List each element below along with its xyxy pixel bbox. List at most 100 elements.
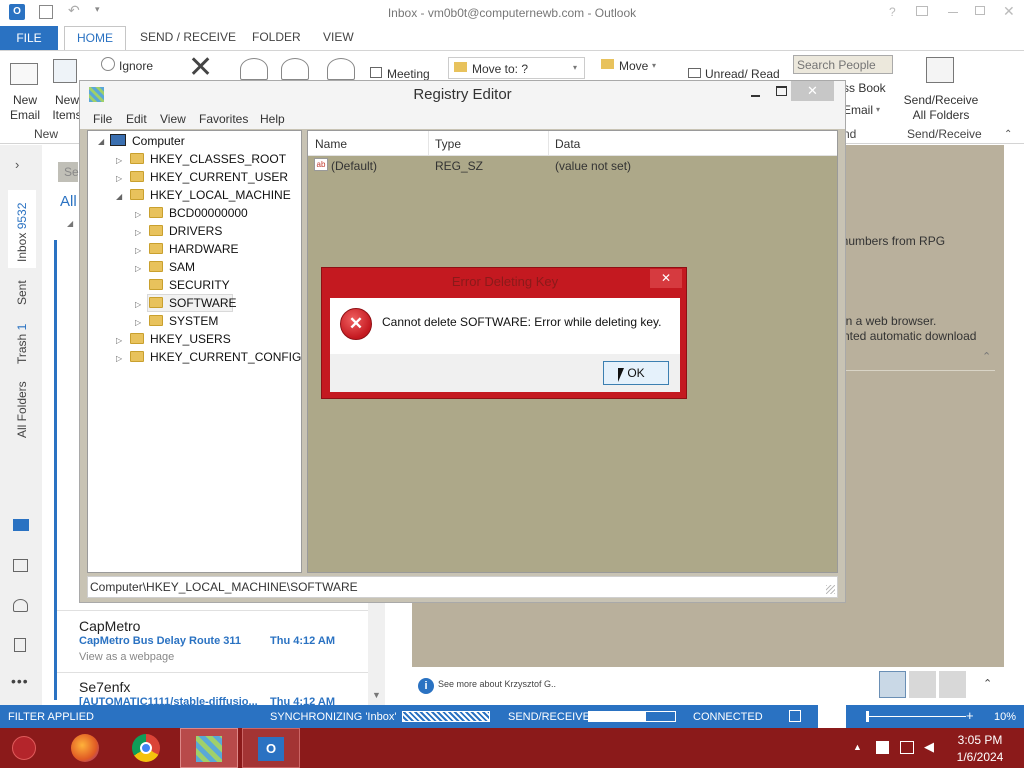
column-type[interactable]: Type [435,137,461,151]
reading-view-icon[interactable] [818,705,846,728]
nav-all-folders[interactable]: All Folders [15,381,29,438]
tree-node-hkey-local-machine[interactable]: HKEY_LOCAL_MACHINE [150,188,291,202]
chrome-icon[interactable] [132,734,160,762]
close-icon[interactable]: ✕ [1003,3,1015,20]
column-data[interactable]: Data [555,137,580,151]
menu-favorites[interactable]: Favorites [199,112,248,126]
registry-title-bar[interactable]: Registry Editor ✕ [80,81,845,109]
zoom-slider[interactable] [866,711,966,722]
person-icon[interactable] [879,671,906,698]
tab-home[interactable]: HOME [64,26,126,51]
tree-node-drivers[interactable]: DRIVERS [169,224,222,238]
list-item[interactable]: Se7enfx [AUTOMATIC1111/stable-diffusio..… [57,672,377,705]
clock-time[interactable]: 3:05 PM [952,733,1008,747]
reply-icon[interactable] [240,58,268,80]
tab-file[interactable]: FILE [0,26,58,50]
menu-edit[interactable]: Edit [126,112,147,126]
menu-file[interactable]: File [93,112,112,126]
taskbar-outlook[interactable]: O [242,728,300,768]
move-button[interactable]: Move [619,59,648,73]
collapse-ribbon-icon[interactable]: ⌃ [1004,129,1012,140]
tree-node-software[interactable]: SOFTWARE [169,296,237,310]
meeting-button[interactable]: Meeting [387,67,430,81]
people-pane-text[interactable]: See more about Krzysztof G.. [438,679,556,689]
tree-node-hkey-current-user[interactable]: HKEY_CURRENT_USER [150,170,288,184]
chevron-up-icon[interactable]: ⌃ [983,677,992,690]
send-receive-all-button[interactable]: Send/Receive All Folders [900,93,982,123]
expand-arrow-icon[interactable]: ▷ [135,318,141,327]
tree-node-hkey-current-config[interactable]: HKEY_CURRENT_CONFIG [150,350,301,364]
filter-email-button[interactable]: Email [843,103,873,117]
show-hidden-icons-icon[interactable]: ▲ [853,742,862,752]
close-button[interactable]: ✕ [791,81,834,101]
collapse-arrow-icon[interactable]: ◢ [98,137,104,146]
tree-node-security[interactable]: SECURITY [169,278,230,292]
nav-trash[interactable]: Trash 1 [15,324,29,364]
people-icon[interactable] [13,599,28,612]
ribbon-display-icon[interactable] [916,6,928,16]
expand-arrow-icon[interactable]: ▷ [135,264,141,273]
ignore-button[interactable]: Ignore [119,59,153,73]
expand-arrow-icon[interactable]: ▷ [135,300,141,309]
ok-button[interactable]: OK [603,361,669,385]
menu-view[interactable]: View [160,112,186,126]
chevron-up-icon[interactable]: ⌃ [982,350,991,363]
dialog-close-button[interactable]: ✕ [650,269,682,288]
expand-pane-icon[interactable]: › [15,157,19,172]
nav-sent[interactable]: Sent [15,280,29,305]
scroll-down-icon[interactable]: ▼ [372,690,381,700]
person-icon[interactable] [909,671,936,698]
person-icon[interactable] [939,671,966,698]
firefox-icon[interactable] [71,734,99,762]
more-icon[interactable]: ••• [11,673,29,689]
minimize-icon[interactable] [751,95,760,97]
action-center-icon[interactable] [876,741,889,754]
tree-node-hkey-classes-root[interactable]: HKEY_CLASSES_ROOT [150,152,286,166]
taskbar-registry-editor[interactable] [180,728,238,768]
tab-send-receive[interactable]: SEND / RECEIVE [140,30,236,44]
expand-arrow-icon[interactable]: ▷ [135,228,141,237]
delete-icon[interactable]: ✕ [188,53,213,83]
tree-node-computer[interactable]: Computer [132,134,185,148]
zoom-in-icon[interactable]: + [966,708,974,723]
tree-node-hkey-users[interactable]: HKEY_USERS [150,332,231,346]
reply-all-icon[interactable] [281,58,309,80]
collapse-arrow-icon[interactable]: ◢ [116,192,122,201]
resize-grip-icon[interactable] [826,585,835,594]
column-divider[interactable] [548,131,549,155]
zoom-level[interactable]: 10% [994,711,1016,723]
column-divider[interactable] [428,131,429,155]
volume-icon[interactable]: ◀ [924,739,934,755]
clock-date[interactable]: 1/6/2024 [952,750,1008,764]
tree-node-sam[interactable]: SAM [169,260,195,274]
table-row[interactable]: ab (Default) REG_SZ (value not set) [308,157,837,175]
tree-node-bcd[interactable]: BCD00000000 [169,206,248,220]
minimize-icon[interactable] [948,12,958,13]
new-email-button[interactable]: New Email [6,93,44,123]
expand-arrow-icon[interactable]: ▷ [116,156,122,165]
column-name[interactable]: Name [315,137,347,151]
move-to-box[interactable]: Move to: ? ▾ [448,57,585,79]
expand-arrow-icon[interactable]: ▷ [116,174,122,183]
search-people-input[interactable] [793,55,893,74]
unread-read-button[interactable]: Unread/ Read [705,67,780,81]
tree-node-system[interactable]: SYSTEM [169,314,218,328]
list-item[interactable]: CapMetro CapMetro Bus Delay Route 311 Th… [57,610,377,668]
forward-icon[interactable] [327,58,355,80]
calendar-icon[interactable] [13,559,28,572]
start-icon[interactable] [12,736,36,760]
tasks-icon[interactable] [14,638,26,652]
expand-arrow-icon[interactable]: ▷ [116,336,122,345]
network-icon[interactable] [900,741,914,754]
mail-icon[interactable] [13,519,29,531]
menu-help[interactable]: Help [260,112,285,126]
expand-arrow-icon[interactable]: ▷ [116,354,122,363]
normal-view-icon[interactable] [789,710,801,722]
expand-arrow-icon[interactable]: ▷ [135,210,141,219]
maximize-icon[interactable] [776,86,787,96]
restore-icon[interactable] [975,6,985,15]
tree-node-hardware[interactable]: HARDWARE [169,242,239,256]
tab-folder[interactable]: FOLDER [252,30,301,44]
expand-arrow-icon[interactable]: ▷ [135,246,141,255]
help-icon[interactable]: ? [889,5,896,19]
